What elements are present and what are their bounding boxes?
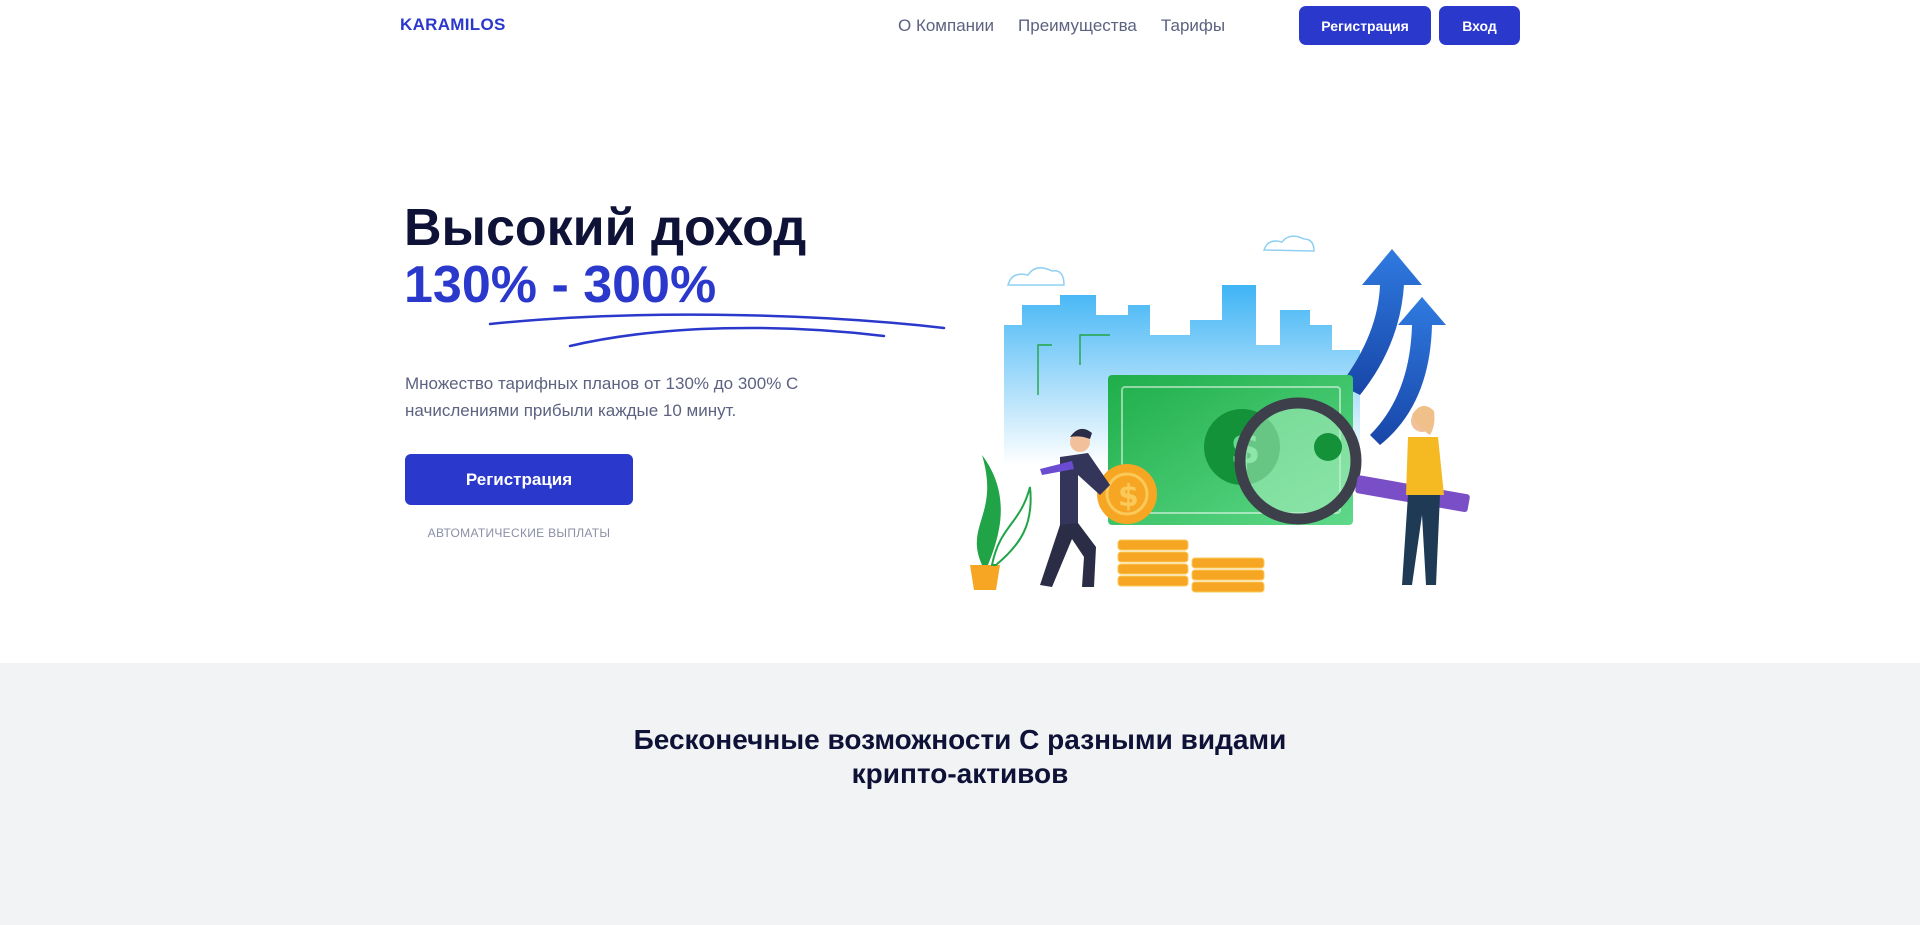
svg-text:$: $ bbox=[1118, 479, 1139, 514]
hero-title: Высокий доход bbox=[404, 199, 807, 257]
main-nav: О Компании Преимущества Тарифы bbox=[898, 16, 1225, 36]
features-title-line2: крипто-активов bbox=[851, 758, 1069, 789]
features-title: Бесконечные возможности С разными видами… bbox=[0, 723, 1920, 791]
hero-subtitle: 130% - 300% bbox=[404, 256, 717, 314]
login-button[interactable]: Вход bbox=[1439, 6, 1520, 45]
hero-description: Множество тарифных планов от 130% до 300… bbox=[405, 374, 799, 420]
features-title-line1: Бесконечные возможности С разными видами bbox=[633, 724, 1287, 755]
nav-link-advantages[interactable]: Преимущества bbox=[1018, 16, 1137, 36]
site-header: KARAMILOS О Компании Преимущества Тарифы… bbox=[0, 0, 1920, 52]
finance-illustration: $ $ bbox=[970, 235, 1470, 593]
features-section: Бесконечные возможности С разными видами… bbox=[0, 663, 1920, 925]
logo[interactable]: KARAMILOS bbox=[400, 15, 506, 35]
register-button[interactable]: Регистрация bbox=[1299, 6, 1431, 45]
auto-payouts-note: АВТОМАТИЧЕСКИЕ ВЫПЛАТЫ bbox=[427, 526, 611, 540]
hero-register-button[interactable]: Регистрация bbox=[405, 454, 633, 505]
underline-swoosh bbox=[488, 313, 946, 348]
nav-link-about[interactable]: О Компании bbox=[898, 16, 994, 36]
nav-link-tariffs[interactable]: Тарифы bbox=[1161, 16, 1225, 36]
